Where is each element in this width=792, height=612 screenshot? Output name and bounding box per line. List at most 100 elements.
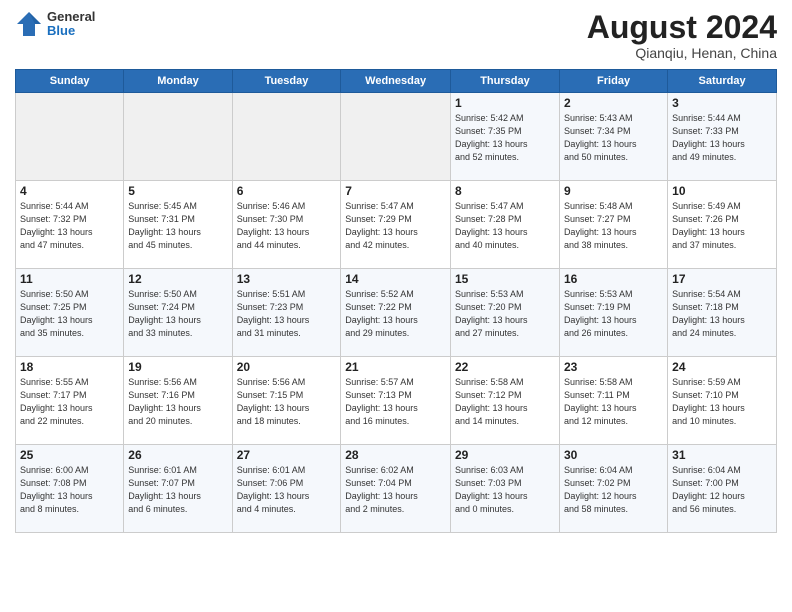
- day-info: Sunrise: 6:04 AMSunset: 7:00 PMDaylight:…: [672, 464, 772, 516]
- weekday-header-wednesday: Wednesday: [341, 70, 451, 93]
- day-info: Sunrise: 5:59 AMSunset: 7:10 PMDaylight:…: [672, 376, 772, 428]
- calendar-header: SundayMondayTuesdayWednesdayThursdayFrid…: [16, 70, 777, 93]
- calendar-subtitle: Qianqiu, Henan, China: [587, 45, 777, 61]
- calendar-cell: 26Sunrise: 6:01 AMSunset: 7:07 PMDayligh…: [124, 445, 232, 533]
- day-info: Sunrise: 5:50 AMSunset: 7:25 PMDaylight:…: [20, 288, 119, 340]
- calendar-cell: 27 Sunrise: 6:01 AMSunset: 7:06 PMDayligh…: [232, 445, 341, 533]
- day-info: Sunrise: 5:55 AMSunset: 7:17 PMDaylight:…: [20, 376, 119, 428]
- day-number: 22: [455, 360, 555, 374]
- day-number: 21: [345, 360, 446, 374]
- calendar-cell: 8Sunrise: 5:47 AMSunset: 7:28 PMDaylight…: [450, 181, 559, 269]
- day-number: 12: [128, 272, 227, 286]
- day-number: 6: [237, 184, 337, 198]
- header: General Blue August 2024 Qianqiu, Henan,…: [15, 10, 777, 61]
- day-number: 15: [455, 272, 555, 286]
- calendar-title: August 2024: [587, 10, 777, 45]
- calendar-cell: 13Sunrise: 5:51 AMSunset: 7:23 PMDayligh…: [232, 269, 341, 357]
- logo-general-text: General: [47, 10, 95, 24]
- day-number: 8: [455, 184, 555, 198]
- day-number: 25: [20, 448, 119, 462]
- day-info: Sunrise: 5:58 AMSunset: 7:11 PMDaylight:…: [564, 376, 663, 428]
- weekday-header-saturday: Saturday: [668, 70, 777, 93]
- day-number: 27: [237, 448, 337, 462]
- weekday-header-sunday: Sunday: [16, 70, 124, 93]
- calendar-cell: 5 Sunrise: 5:45 AMSunset: 7:31 PMDaylight…: [124, 181, 232, 269]
- title-block: August 2024 Qianqiu, Henan, China: [587, 10, 777, 61]
- day-info: Sunrise: 5:46 AMSunset: 7:30 PMDaylight:…: [237, 200, 337, 252]
- day-number: 14: [345, 272, 446, 286]
- calendar-cell: 22Sunrise: 5:58 AMSunset: 7:12 PMDayligh…: [450, 357, 559, 445]
- calendar-cell: 29Sunrise: 6:03 AMSunset: 7:03 PMDayligh…: [450, 445, 559, 533]
- day-number: 3: [672, 96, 772, 110]
- day-info: Sunrise: 5:56 AMSunset: 7:15 PMDaylight:…: [237, 376, 337, 428]
- week-row-4: 18 Sunrise: 5:55 AMSunset: 7:17 PMDayligh…: [16, 357, 777, 445]
- calendar-cell: 6 Sunrise: 5:46 AMSunset: 7:30 PMDaylight…: [232, 181, 341, 269]
- page: General Blue August 2024 Qianqiu, Henan,…: [0, 0, 792, 612]
- logo: General Blue: [15, 10, 95, 39]
- week-row-2: 4 Sunrise: 5:44 AMSunset: 7:32 PMDaylight…: [16, 181, 777, 269]
- day-number: 20: [237, 360, 337, 374]
- day-info: Sunrise: 6:04 AMSunset: 7:02 PMDaylight:…: [564, 464, 663, 516]
- day-info: Sunrise: 5:52 AMSunset: 7:22 PMDaylight:…: [345, 288, 446, 340]
- day-info: Sunrise: 5:45 AMSunset: 7:31 PMDaylight:…: [128, 200, 227, 252]
- day-info: Sunrise: 5:44 AMSunset: 7:32 PMDaylight:…: [20, 200, 119, 252]
- day-info: Sunrise: 5:50 AMSunset: 7:24 PMDaylight:…: [128, 288, 227, 340]
- calendar-body: 1Sunrise: 5:42 AMSunset: 7:35 PMDaylight…: [16, 93, 777, 533]
- day-number: 9: [564, 184, 663, 198]
- day-info: Sunrise: 6:01 AMSunset: 7:07 PMDaylight:…: [128, 464, 227, 516]
- day-info: Sunrise: 5:54 AMSunset: 7:18 PMDaylight:…: [672, 288, 772, 340]
- day-info: Sunrise: 6:03 AMSunset: 7:03 PMDaylight:…: [455, 464, 555, 516]
- calendar-cell: 3Sunrise: 5:44 AMSunset: 7:33 PMDaylight…: [668, 93, 777, 181]
- weekday-header-monday: Monday: [124, 70, 232, 93]
- day-info: Sunrise: 6:00 AMSunset: 7:08 PMDaylight:…: [20, 464, 119, 516]
- calendar-cell: 1Sunrise: 5:42 AMSunset: 7:35 PMDaylight…: [450, 93, 559, 181]
- calendar-cell: 9 Sunrise: 5:48 AMSunset: 7:27 PMDaylight…: [559, 181, 667, 269]
- calendar-cell: 24Sunrise: 5:59 AMSunset: 7:10 PMDayligh…: [668, 357, 777, 445]
- calendar-cell: 21Sunrise: 5:57 AMSunset: 7:13 PMDayligh…: [341, 357, 451, 445]
- day-number: 1: [455, 96, 555, 110]
- calendar-cell: [16, 93, 124, 181]
- weekday-header-tuesday: Tuesday: [232, 70, 341, 93]
- calendar-cell: 11 Sunrise: 5:50 AMSunset: 7:25 PMDayligh…: [16, 269, 124, 357]
- day-number: 5: [128, 184, 227, 198]
- day-info: Sunrise: 5:53 AMSunset: 7:20 PMDaylight:…: [455, 288, 555, 340]
- day-number: 31: [672, 448, 772, 462]
- day-info: Sunrise: 5:49 AMSunset: 7:26 PMDaylight:…: [672, 200, 772, 252]
- calendar-cell: 12 Sunrise: 5:50 AMSunset: 7:24 PMDayligh…: [124, 269, 232, 357]
- calendar-cell: 7 Sunrise: 5:47 AMSunset: 7:29 PMDaylight…: [341, 181, 451, 269]
- calendar-table: SundayMondayTuesdayWednesdayThursdayFrid…: [15, 69, 777, 533]
- day-info: Sunrise: 5:43 AMSunset: 7:34 PMDaylight:…: [564, 112, 663, 164]
- day-number: 23: [564, 360, 663, 374]
- calendar-cell: 23 Sunrise: 5:58 AMSunset: 7:11 PMDayligh…: [559, 357, 667, 445]
- day-number: 17: [672, 272, 772, 286]
- day-number: 4: [20, 184, 119, 198]
- calendar-cell: 14 Sunrise: 5:52 AMSunset: 7:22 PMDayligh…: [341, 269, 451, 357]
- day-number: 28: [345, 448, 446, 462]
- day-number: 16: [564, 272, 663, 286]
- day-number: 11: [20, 272, 119, 286]
- day-number: 2: [564, 96, 663, 110]
- day-info: Sunrise: 5:53 AMSunset: 7:19 PMDaylight:…: [564, 288, 663, 340]
- calendar-cell: 17 Sunrise: 5:54 AMSunset: 7:18 PMDayligh…: [668, 269, 777, 357]
- day-number: 18: [20, 360, 119, 374]
- logo-icon: [15, 10, 43, 38]
- week-row-1: 1Sunrise: 5:42 AMSunset: 7:35 PMDaylight…: [16, 93, 777, 181]
- calendar-cell: 18 Sunrise: 5:55 AMSunset: 7:17 PMDayligh…: [16, 357, 124, 445]
- calendar-cell: 30 Sunrise: 6:04 AMSunset: 7:02 PMDayligh…: [559, 445, 667, 533]
- calendar-cell: 15 Sunrise: 5:53 AMSunset: 7:20 PMDayligh…: [450, 269, 559, 357]
- calendar-cell: 19Sunrise: 5:56 AMSunset: 7:16 PMDayligh…: [124, 357, 232, 445]
- calendar-cell: 31 Sunrise: 6:04 AMSunset: 7:00 PMDayligh…: [668, 445, 777, 533]
- day-info: Sunrise: 6:01 AMSunset: 7:06 PMDaylight:…: [237, 464, 337, 516]
- weekday-row: SundayMondayTuesdayWednesdayThursdayFrid…: [16, 70, 777, 93]
- weekday-header-friday: Friday: [559, 70, 667, 93]
- calendar-cell: [124, 93, 232, 181]
- day-number: 19: [128, 360, 227, 374]
- day-number: 30: [564, 448, 663, 462]
- day-info: Sunrise: 6:02 AMSunset: 7:04 PMDaylight:…: [345, 464, 446, 516]
- day-number: 7: [345, 184, 446, 198]
- day-info: Sunrise: 5:48 AMSunset: 7:27 PMDaylight:…: [564, 200, 663, 252]
- day-info: Sunrise: 5:47 AMSunset: 7:29 PMDaylight:…: [345, 200, 446, 252]
- calendar-cell: 2 Sunrise: 5:43 AMSunset: 7:34 PMDaylight…: [559, 93, 667, 181]
- calendar-cell: [232, 93, 341, 181]
- calendar-cell: 20 Sunrise: 5:56 AMSunset: 7:15 PMDayligh…: [232, 357, 341, 445]
